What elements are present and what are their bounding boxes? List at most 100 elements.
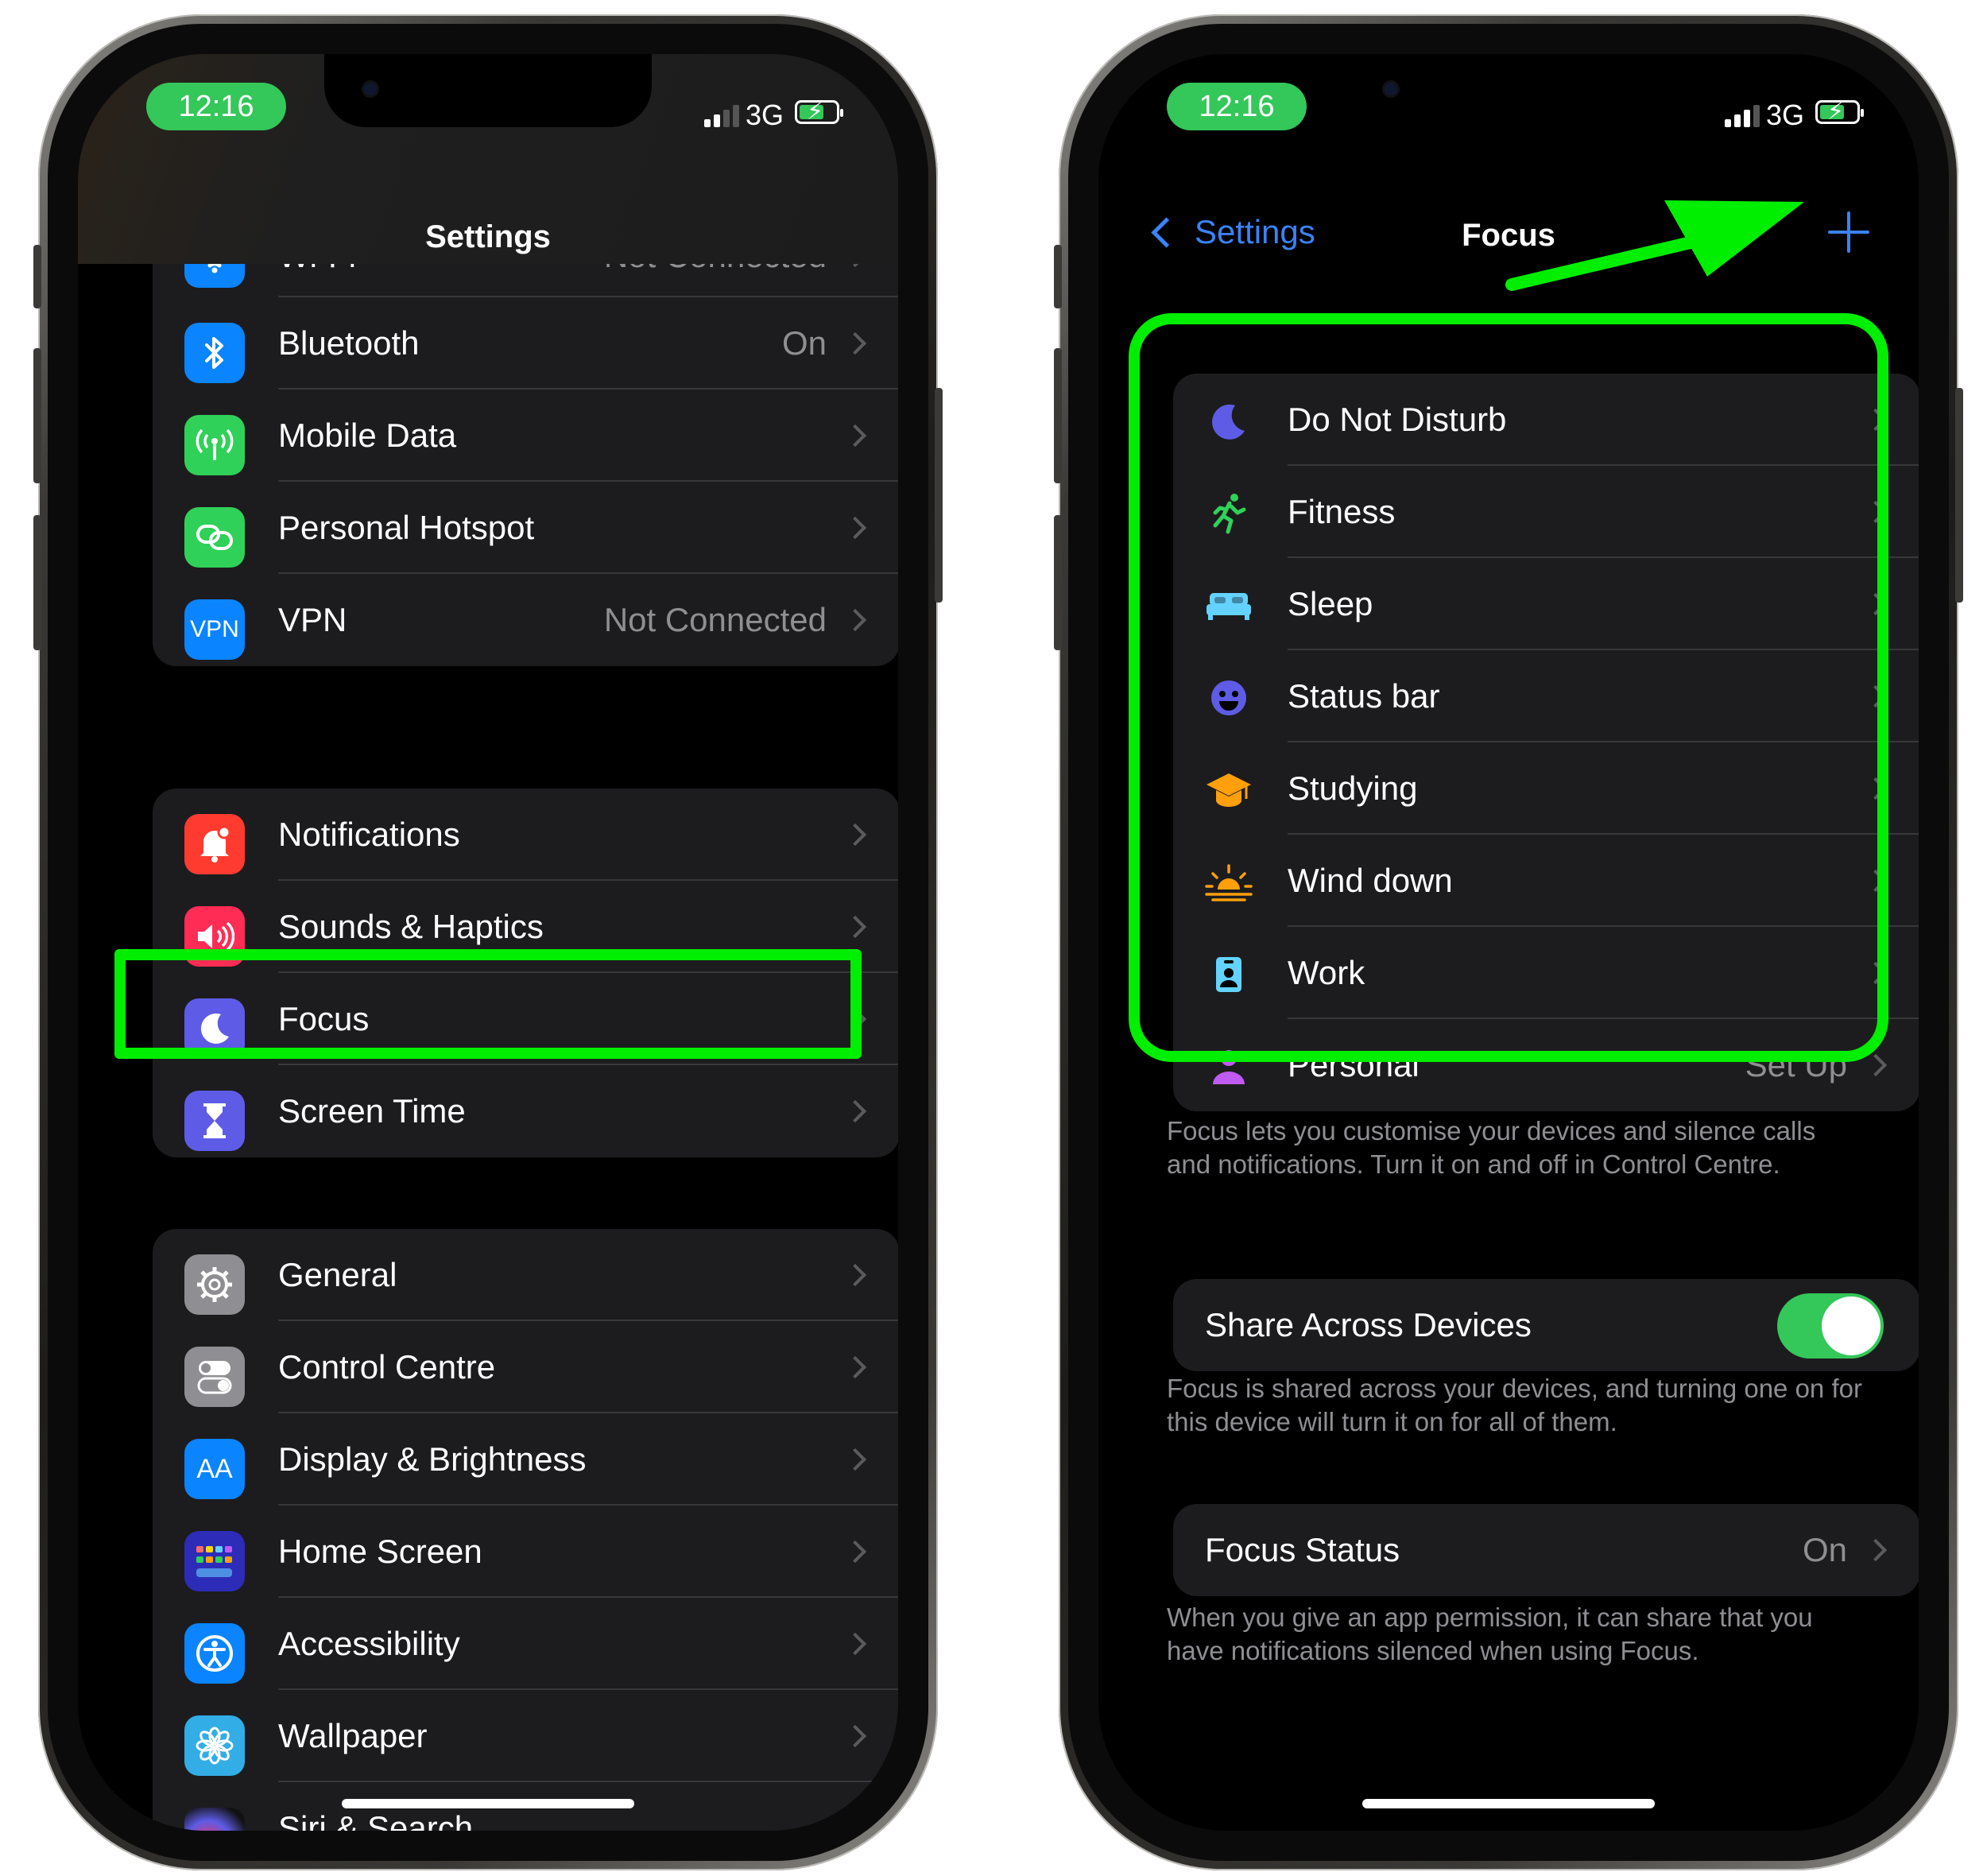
home-indicator[interactable] [342,1799,634,1808]
row-label: VPN [278,601,347,638]
settings-row-notifications[interactable]: Notifications [153,789,898,881]
running-icon [1205,490,1253,537]
row-label: Wind down [1288,862,1453,899]
antenna-icon [184,415,245,475]
chevron-right-icon [1864,500,1888,524]
row-label: Focus Status [1205,1531,1400,1568]
mute-switch [1054,245,1062,308]
row-label: Sleep [1288,585,1373,622]
alerts-group: Notifications Sounds & Haptics Focus Scr… [153,789,898,1157]
row-label: Personal [1288,1046,1420,1083]
chevron-right-icon [843,915,867,939]
connectivity-group: Wi-Fi Not Connected Bluetooth On Mobile … [153,215,898,666]
text-size-icon: AA [184,1439,245,1499]
settings-row-wallpaper[interactable]: Wallpaper [153,1690,898,1782]
arrow-pointer-icon [1505,200,1804,291]
chevron-right-icon [1864,1538,1888,1562]
chevron-right-icon [843,1448,867,1471]
volume-down-button [1054,515,1062,650]
signal-icon [704,105,739,127]
row-label: Personal Hotspot [278,509,535,546]
focus-mode-status-bar[interactable]: Status bar [1173,650,1919,742]
row-label: General [278,1256,397,1293]
smiley-icon [1205,674,1253,722]
row-value: Not Connected [603,601,827,638]
focus-mode-personal[interactable]: Personal Set Up [1173,1019,1919,1111]
settings-row-vpn[interactable]: VPN VPN Not Connected [153,574,898,666]
left-phone-frame: Settings 12:16 3G ⚡ Wi-Fi Not Connected [33,14,943,1870]
settings-row-sounds-haptics[interactable]: Sounds & Haptics [153,881,898,973]
add-focus-button[interactable] [1828,211,1869,253]
row-value: On [781,324,827,362]
settings-screen: Settings 12:16 3G ⚡ Wi-Fi Not Connected [78,54,898,1831]
settings-row-focus[interactable]: Focus [153,973,898,1065]
row-label: Home Screen [278,1533,482,1570]
status-time[interactable]: 12:16 [1167,83,1307,130]
mute-switch [33,245,41,308]
gear-icon [184,1254,245,1315]
siri-icon [184,1808,245,1831]
page-title: Settings [425,219,551,254]
focus-mode-fitness[interactable]: Fitness [1173,466,1919,558]
network-type: 3G [746,99,784,131]
row-label: Sounds & Haptics [278,908,544,945]
battery-icon: ⚡ [795,100,843,124]
chevron-right-icon [1864,408,1888,432]
bluetooth-icon [184,323,245,383]
vpn-icon: VPN [184,599,245,660]
chevron-right-icon [843,1263,867,1287]
status-time[interactable]: 12:16 [146,83,286,130]
focus-mode-studying[interactable]: Studying [1173,742,1919,835]
flower-icon [184,1715,245,1776]
settings-row-screen-time[interactable]: Screen Time [153,1065,898,1157]
settings-row-home-screen[interactable]: Home Screen [153,1506,898,1598]
speaker-icon [184,906,245,967]
focus-mode-sleep[interactable]: Sleep [1173,558,1919,650]
settings-row-general[interactable]: General [153,1229,898,1321]
settings-row-mobile-data[interactable]: Mobile Data [153,390,898,482]
moon-icon [1205,397,1253,445]
share-across-devices-toggle[interactable] [1777,1293,1884,1359]
chevron-right-icon [1864,961,1888,985]
row-label: Focus [278,1000,370,1037]
chevron-right-icon [1864,1053,1888,1077]
chevron-right-icon [843,1540,867,1564]
network-type: 3G [1766,99,1805,131]
row-label: Wallpaper [278,1717,428,1754]
row-label: Bluetooth [278,324,420,362]
volume-down-button [33,515,41,650]
home-indicator[interactable] [1362,1799,1655,1808]
volume-up-button [33,348,41,483]
chevron-right-icon [843,1632,867,1656]
focus-status-row[interactable]: Focus Status On [1173,1504,1919,1596]
row-label: Share Across Devices [1205,1306,1532,1343]
settings-row-control-centre[interactable]: Control Centre [153,1321,898,1413]
hourglass-icon [184,1091,245,1151]
row-label: Work [1288,954,1365,991]
focus-mode-wind-down[interactable]: Wind down [1173,835,1919,927]
toggle-knob [1822,1297,1880,1355]
chevron-right-icon [843,608,867,632]
front-camera [362,80,379,98]
hotspot-link-icon [184,507,245,568]
focus-screen: 12:16 3G ⚡ Settings Focus Do Not Disturb… [1098,54,1919,1831]
id-badge-icon [1205,951,1253,998]
bed-icon [1205,582,1253,630]
row-label: Display & Brightness [278,1440,587,1478]
chevron-right-icon [843,516,867,540]
settings-row-personal-hotspot[interactable]: Personal Hotspot [153,482,898,574]
chevron-right-icon [843,823,867,847]
focus-mode-do-not-disturb[interactable]: Do Not Disturb [1173,374,1919,466]
settings-row-bluetooth[interactable]: Bluetooth On [153,297,898,390]
settings-row-display-brightness[interactable]: AA Display & Brightness [153,1413,898,1506]
volume-up-button [1054,348,1062,483]
settings-row-accessibility[interactable]: Accessibility [153,1598,898,1690]
chevron-right-icon [843,1355,867,1379]
side-button [1955,388,1963,603]
row-label: Fitness [1288,493,1396,530]
focus-status-footer: When you give an app permission, it can … [1167,1603,1813,1665]
focus-mode-work[interactable]: Work [1173,927,1919,1019]
row-label: Accessibility [278,1625,460,1662]
focus-status-group: Focus Status On [1173,1504,1919,1596]
chevron-right-icon [1864,869,1888,893]
